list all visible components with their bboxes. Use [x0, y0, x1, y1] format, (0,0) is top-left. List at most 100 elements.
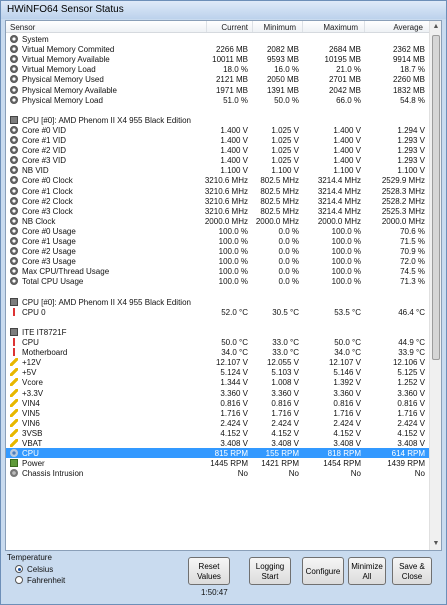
scroll-down-icon[interactable]: ▼ [430, 538, 441, 550]
minimum-value: 1.100 V [271, 166, 299, 176]
column-header-average[interactable]: Average [393, 23, 423, 32]
maximum-value: 100.0 % [331, 267, 361, 277]
table-row[interactable]: Core #3 Clock 3210.6 MHz 802.5 MHz 3214.4 M… [6, 206, 429, 216]
table-row[interactable]: CPU [#0]: AMD Phenom II X4 955 Black Edi… [6, 297, 429, 307]
table-row[interactable]: Core #1 Clock 3210.6 MHz 802.5 MHz 3214.4 M… [6, 186, 429, 196]
gear-icon [10, 206, 18, 215]
minimum-value: 802.5 MHz [260, 186, 299, 196]
table-row[interactable]: +3.3V 3.360 V 3.360 V 3.360 V 3.360 V [6, 388, 429, 398]
minimum-value: 2000.0 MHz [255, 216, 299, 226]
fahrenheit-radio[interactable]: Fahrenheit [15, 575, 85, 585]
table-row[interactable]: Physical Memory Available 1971 MB 1391 MB 2… [6, 85, 429, 95]
column-header-sensor[interactable]: Sensor [10, 23, 35, 32]
table-row[interactable]: Motherboard 34.0 °C 33.0 °C 34.0 °C 33.9 °C [6, 347, 429, 357]
sensor-name: Virtual Memory Commited [22, 45, 115, 55]
table-row[interactable]: CPU 0 52.0 °C 30.5 °C 53.5 °C 46.4 °C [6, 307, 429, 317]
table-row[interactable]: +12V 12.107 V 12.055 V 12.107 V 12.106 V [6, 357, 429, 367]
table-row[interactable]: Virtual Memory Available 10011 MB 9593 MB 1… [6, 54, 429, 64]
current-value: 10011 MB [212, 55, 248, 65]
scroll-up-icon[interactable]: ▲ [430, 21, 441, 33]
average-value: 72.0 % [400, 257, 425, 267]
table-row[interactable]: Total CPU Usage 100.0 % 0.0 % 100.0 % 71.3 % [6, 276, 429, 286]
minimum-value: 802.5 MHz [260, 206, 299, 216]
average-value: 71.5 % [400, 237, 425, 246]
table-row[interactable]: Power 1445 RPM 1421 RPM 1454 RPM 1439 RPM [6, 458, 429, 468]
scroll-thumb[interactable] [432, 35, 440, 360]
logging-start-button[interactable]: Logging Start [249, 557, 291, 585]
table-row[interactable]: CPU 50.0 °C 33.0 °C 50.0 °C 44.9 °C [6, 337, 429, 347]
table-row[interactable]: Core #2 VID 1.400 V 1.025 V 1.400 V 1.293 V [6, 145, 429, 155]
configure-button[interactable]: Configure [302, 557, 344, 585]
maximum-value: 50.0 °C [334, 338, 361, 347]
table-row[interactable]: Max CPU/Thread Usage 100.0 % 0.0 % 100.0 % 7… [6, 266, 429, 276]
minimum-value: 2050 MB [266, 75, 299, 85]
column-header-maximum[interactable]: Maximum [323, 23, 358, 32]
table-row[interactable]: CPU [#0]: AMD Phenom II X4 955 Black Edi… [6, 115, 429, 125]
radio-unselected-icon[interactable] [15, 576, 23, 584]
save-close-button[interactable]: Save & Close [392, 557, 432, 585]
average-value: 9914 MB [392, 55, 425, 65]
table-row[interactable]: 3VSB 4.152 V 4.152 V 4.152 V 4.152 V [6, 428, 429, 438]
current-value: 3210.6 MHz [204, 186, 248, 196]
minimum-value: 1421 RPM [261, 459, 299, 469]
vertical-scrollbar[interactable]: ▲ ▼ [429, 21, 441, 550]
table-row[interactable]: Core #0 VID 1.400 V 1.025 V 1.400 V 1.294 V [6, 125, 429, 135]
table-row[interactable]: Core #0 Clock 3210.6 MHz 802.5 MHz 3214.4 M… [6, 175, 429, 185]
minimum-value: 4.152 V [271, 428, 299, 438]
current-value: 1.400 V [220, 136, 248, 145]
table-row[interactable]: VBAT 3.408 V 3.408 V 3.408 V 3.408 V [6, 438, 429, 448]
sensor-name: CPU [22, 338, 39, 347]
minimize-all-button[interactable]: Minimize All [348, 557, 386, 585]
gear-icon [10, 267, 18, 276]
sensor-name: Core #1 Clock [22, 186, 73, 196]
table-row[interactable]: Core #1 VID 1.400 V 1.025 V 1.400 V 1.293 V [6, 135, 429, 145]
gear-icon [10, 45, 18, 54]
table-row[interactable]: ITE IT8721F [6, 327, 429, 337]
table-row[interactable]: Core #1 Usage 100.0 % 0.0 % 100.0 % 71.5 % [6, 236, 429, 246]
table-row[interactable]: Core #3 Usage 100.0 % 0.0 % 100.0 % 72.0 % [6, 256, 429, 266]
average-value: 1832 MB [392, 85, 425, 95]
table-row[interactable]: System [6, 34, 429, 44]
table-row[interactable]: CPU 815 RPM 155 RPM 818 RPM 614 RPM [6, 448, 429, 459]
table-row[interactable]: Vcore 1.344 V 1.008 V 1.392 V 1.252 V [6, 377, 429, 387]
table-row[interactable]: Core #3 VID 1.400 V 1.025 V 1.400 V 1.293 V [6, 155, 429, 165]
maximum-value: 1.100 V [333, 166, 361, 176]
sensor-name: Motherboard [22, 348, 68, 358]
table-row[interactable]: NB VID 1.100 V 1.100 V 1.100 V 1.100 V [6, 165, 429, 175]
column-separator[interactable] [206, 21, 207, 32]
sensor-name: VIN6 [22, 418, 40, 428]
sensor-name: VIN5 [22, 408, 40, 418]
celsius-radio[interactable]: Celsius [15, 564, 85, 574]
table-row[interactable]: NB Clock 2000.0 MHz 2000.0 MHz 2000.0 MHz 20… [6, 216, 429, 226]
minimum-value: 0.816 V [271, 398, 299, 408]
table-row[interactable]: +5V 5.124 V 5.103 V 5.146 V 5.125 V [6, 367, 429, 377]
column-separator[interactable] [302, 21, 303, 32]
table-row[interactable]: Physical Memory Used 2121 MB 2050 MB 2701 M… [6, 74, 429, 84]
table-row[interactable]: Virtual Memory Commited 2266 MB 2082 MB 268… [6, 44, 429, 54]
column-header-current[interactable]: Current [221, 23, 248, 32]
radio-selected-icon[interactable] [15, 565, 23, 573]
table-row[interactable]: Core #0 Usage 100.0 % 0.0 % 100.0 % 70.6 % [6, 226, 429, 236]
column-header-minimum[interactable]: Minimum [264, 23, 296, 32]
temperature-label: Temperature [7, 553, 52, 562]
table-row[interactable]: Chassis Intrusion No No No No [6, 468, 429, 478]
maximum-value: 1.400 V [333, 125, 361, 135]
table-row[interactable]: VIN5 1.716 V 1.716 V 1.716 V 1.716 V [6, 408, 429, 418]
minimum-value: 0.0 % [278, 257, 299, 267]
gear-icon [10, 176, 18, 185]
table-row[interactable]: VIN4 0.816 V 0.816 V 0.816 V 0.816 V [6, 398, 429, 408]
sensor-name: VIN4 [22, 398, 40, 408]
sensor-name: Total CPU Usage [22, 277, 84, 287]
column-separator[interactable] [364, 21, 365, 32]
current-value: 52.0 °C [221, 307, 248, 317]
table-row[interactable]: VIN6 2.424 V 2.424 V 2.424 V 2.424 V [6, 418, 429, 428]
average-value: 2525.3 MHz [381, 206, 425, 216]
table-row[interactable]: Core #2 Clock 3210.6 MHz 802.5 MHz 3214.4 M… [6, 196, 429, 206]
table-row[interactable]: Physical Memory Load 51.0 % 50.0 % 66.0 % 54… [6, 95, 429, 105]
title-bar[interactable]: HWiNFO64 Sensor Status [1, 1, 446, 19]
table-row[interactable]: Core #2 Usage 100.0 % 0.0 % 100.0 % 70.9 % [6, 246, 429, 256]
column-separator[interactable] [252, 21, 253, 32]
table-row[interactable]: Virtual Memory Load 18.0 % 16.0 % 21.0 % 18.… [6, 64, 429, 74]
minimum-value: 33.0 °C [272, 348, 299, 358]
reset-values-button[interactable]: Reset Values [188, 557, 230, 585]
